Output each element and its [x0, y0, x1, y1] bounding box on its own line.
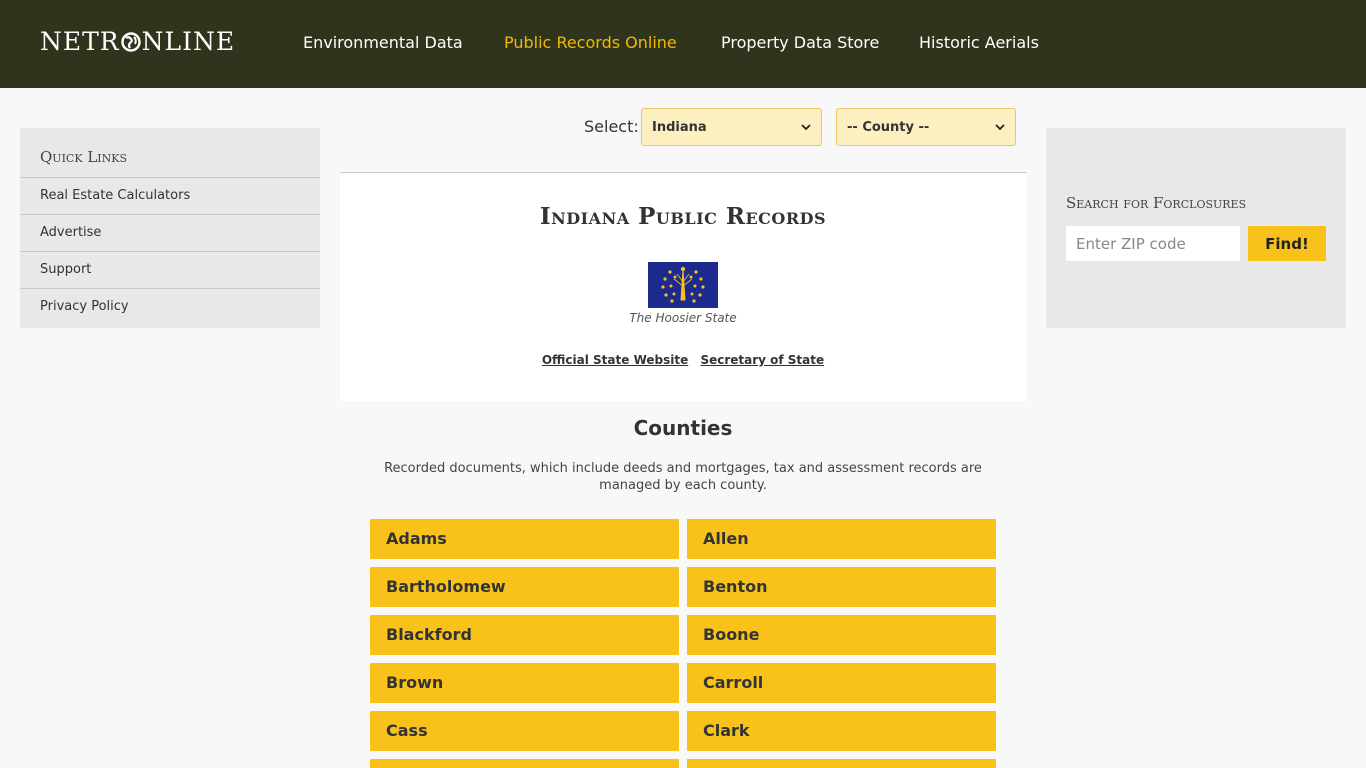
- foreclosure-search-title: Search for Forclosures: [1066, 194, 1247, 212]
- county-button-boone[interactable]: Boone: [687, 615, 996, 655]
- county-button-partial[interactable]: [370, 759, 679, 768]
- nav-property-data-store[interactable]: Property Data Store: [721, 33, 879, 52]
- quick-link-support[interactable]: Support: [20, 251, 320, 288]
- quick-links-panel: Quick Links Real Estate Calculators Adve…: [20, 128, 320, 328]
- state-nickname: The Hoosier State: [629, 311, 737, 325]
- logo-text-left: NETR: [40, 27, 120, 56]
- county-button-adams[interactable]: Adams: [370, 519, 679, 559]
- secretary-of-state-link[interactable]: Secretary of State: [700, 353, 824, 367]
- nav-environmental-data[interactable]: Environmental Data: [303, 33, 463, 52]
- quick-link-advertise[interactable]: Advertise: [20, 214, 320, 251]
- county-button-cass[interactable]: Cass: [370, 711, 679, 751]
- official-state-website-link[interactable]: Official State Website: [542, 353, 688, 367]
- county-button-allen[interactable]: Allen: [687, 519, 996, 559]
- county-select[interactable]: -- County --: [836, 108, 1016, 146]
- state-select[interactable]: Indiana: [641, 108, 822, 146]
- counties-description: Recorded documents, which include deeds …: [384, 461, 982, 493]
- chevron-down-icon: [995, 123, 1005, 130]
- quick-links-title: Quick Links: [40, 148, 127, 166]
- quick-link-privacy-policy[interactable]: Privacy Policy: [20, 288, 320, 325]
- county-button-blackford[interactable]: Blackford: [370, 615, 679, 655]
- state-links: Official State Website Secretary of Stat…: [340, 353, 1026, 367]
- top-navigation-bar: NETR NLINE Environmental Data Public Rec…: [0, 0, 1366, 88]
- select-label: Select:: [584, 117, 639, 136]
- netronline-logo[interactable]: NETR NLINE: [40, 27, 235, 56]
- county-button-clark[interactable]: Clark: [687, 711, 996, 751]
- county-button-brown[interactable]: Brown: [370, 663, 679, 703]
- foreclosure-search-panel: Search for Forclosures Find!: [1046, 128, 1346, 328]
- page-title: Indiana Public Records: [539, 203, 827, 230]
- nav-public-records-online[interactable]: Public Records Online: [504, 33, 677, 52]
- state-select-value: Indiana: [652, 119, 707, 135]
- county-select-value: -- County --: [847, 119, 930, 135]
- counties-heading: Counties: [633, 416, 733, 440]
- chevron-down-icon: [801, 123, 811, 130]
- indiana-flag-image: [648, 262, 718, 308]
- county-button-carroll[interactable]: Carroll: [687, 663, 996, 703]
- county-button-bartholomew[interactable]: Bartholomew: [370, 567, 679, 607]
- nav-historic-aerials[interactable]: Historic Aerials: [919, 33, 1039, 52]
- quick-link-real-estate-calculators[interactable]: Real Estate Calculators: [20, 177, 320, 214]
- globe-icon: [120, 31, 141, 52]
- county-button-partial[interactable]: [687, 759, 996, 768]
- state-info-card: Indiana Public Records The Hoosier State…: [340, 172, 1026, 401]
- county-button-benton[interactable]: Benton: [687, 567, 996, 607]
- zip-code-input[interactable]: [1066, 226, 1240, 261]
- logo-text-right: NLINE: [141, 27, 236, 56]
- find-button[interactable]: Find!: [1248, 226, 1326, 261]
